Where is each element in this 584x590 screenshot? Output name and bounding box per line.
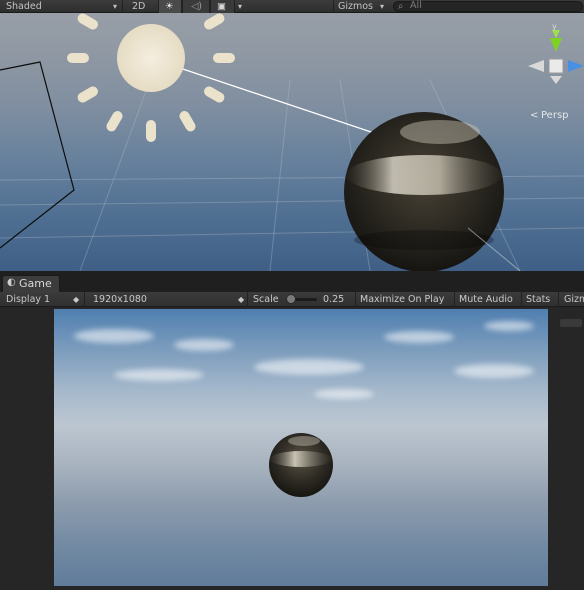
stats-toggle[interactable]: Stats <box>526 292 550 307</box>
projection-label[interactable]: Persp <box>541 110 569 121</box>
game-tab-bar: ◐ Game <box>0 271 584 292</box>
display-dropdown[interactable]: Display 1 <box>6 292 50 307</box>
game-view-scrollbar[interactable] <box>560 319 582 327</box>
game-viewport[interactable] <box>54 309 548 586</box>
display-arrow-icon[interactable]: ◆ <box>73 292 79 307</box>
gizmos-arrow-icon[interactable]: ▾ <box>380 0 384 13</box>
scale-slider-handle[interactable] <box>286 294 296 304</box>
camera-frustum[interactable] <box>0 61 75 249</box>
scene-lighting-toggle[interactable]: ☀ <box>158 0 182 13</box>
tab-game[interactable]: ◐ Game <box>2 275 60 292</box>
scale-label: Scale <box>253 294 279 305</box>
mute-audio-toggle[interactable]: Mute Audio <box>459 292 513 307</box>
audio-speaker-icon: ◁) <box>191 1 203 12</box>
shading-mode-arrow-icon[interactable]: ▾ <box>113 0 117 13</box>
tab-game-label: Game <box>19 277 52 290</box>
scale-value: 0.25 <box>323 294 345 305</box>
scene-sphere[interactable] <box>344 112 521 271</box>
image-effects-icon: ▣ <box>217 1 226 12</box>
scene-search-input[interactable]: ⌕ All <box>393 0 583 12</box>
gizmos-dropdown[interactable]: Gizmos <box>338 0 373 13</box>
scene-view[interactable]: y < Persp Shaded ▾ 2D ☀ ◁) ▣ ▾ Gizmos ▾ … <box>0 0 584 271</box>
gizmo-axis-y-label: y <box>552 22 557 31</box>
game-toolbar: Display 1 ◆ 1920x1080 ◆ Scale 0.25 Maxim… <box>0 292 584 307</box>
search-icon: ⌕ <box>398 1 404 12</box>
scene-canvas[interactable] <box>0 0 584 271</box>
resolution-dropdown[interactable]: 1920x1080 <box>93 292 147 307</box>
lighting-sun-icon: ☀ <box>165 1 174 12</box>
game-view[interactable] <box>0 307 584 590</box>
scene-toolbar: Shaded ▾ 2D ☀ ◁) ▣ ▾ Gizmos ▾ ⌕ All <box>0 0 584 13</box>
shading-mode-dropdown[interactable]: Shaded <box>6 0 42 13</box>
effects-arrow-icon[interactable]: ▾ <box>238 0 242 13</box>
directional-light-icon[interactable] <box>67 0 235 142</box>
scene-audio-toggle[interactable]: ◁) <box>182 0 210 13</box>
search-placeholder: All <box>410 0 422 11</box>
scene-effects-toggle[interactable]: ▣ <box>210 0 235 13</box>
game-controller-icon: ◐ <box>7 277 16 288</box>
maximize-on-play-toggle[interactable]: Maximize On Play <box>360 292 444 307</box>
resolution-arrow-icon[interactable]: ◆ <box>238 292 244 307</box>
game-render <box>269 433 333 497</box>
game-gizmos-toggle[interactable]: Gizm <box>564 292 584 307</box>
mode-2d-button[interactable]: 2D <box>132 0 145 13</box>
game-sphere <box>269 433 333 497</box>
projection-arrow-icon[interactable]: < <box>530 110 538 121</box>
orientation-gizmo[interactable] <box>528 30 584 84</box>
